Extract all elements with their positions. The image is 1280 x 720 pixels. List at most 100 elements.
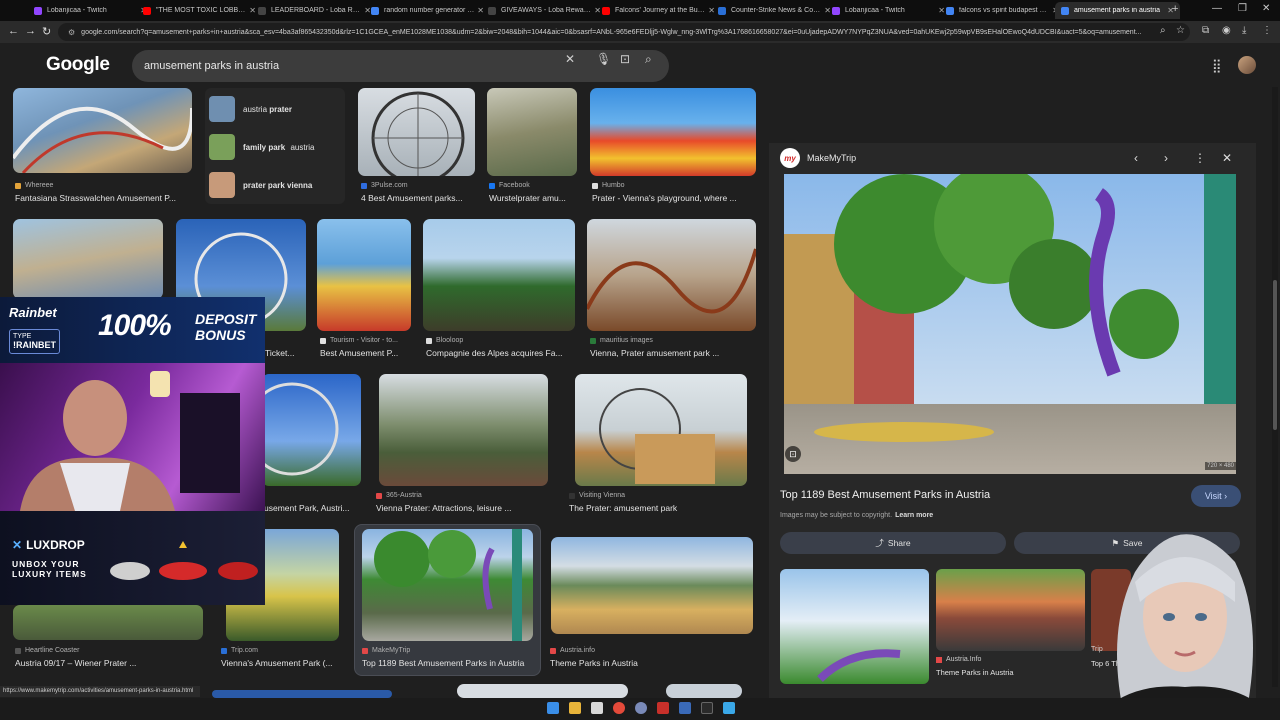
browser-tab[interactable]: LEADERBOARD - Loba Rewards✕ [252,2,377,19]
related-title[interactable]: Theme Parks in Austria [936,668,1014,677]
menu-icon[interactable]: ⋮ [1262,25,1272,36]
result-thumbnail[interactable] [590,88,756,176]
start-icon[interactable] [547,702,559,714]
related-search-item[interactable]: austria prater [209,94,341,124]
previous-icon[interactable]: ‹ [1134,151,1138,165]
result-title[interactable]: The Prater: amusement park [569,503,747,513]
close-icon[interactable]: ✕ [1222,151,1232,165]
result-title[interactable]: Fantasiana Strasswalchen Amusement P... [15,193,193,203]
result-thumbnail[interactable] [423,219,575,331]
status-bar-url: https://www.makemytrip.com/activities/am… [0,686,200,697]
close-window-icon[interactable]: ✕ [1262,3,1270,14]
result-thumbnail[interactable] [13,88,192,173]
result-thumbnail-selected[interactable] [362,529,533,641]
streamer-figure [20,371,240,511]
browser-tab[interactable]: "THE MOST TOXIC LOBBY IN ...✕ [137,2,262,19]
download-icon[interactable]: ⤓ [1242,25,1246,36]
search-icon[interactable]: ⌕ [645,52,652,67]
browser-tab-active[interactable]: amusement parks in austria ✕ [1055,2,1180,19]
result-thumbnail[interactable] [487,88,577,176]
apps-grid-icon[interactable]: ⣿ [1212,58,1222,74]
browser-tab[interactable]: Lobanjicaa - Twitch✕ [28,2,153,19]
result-title[interactable]: Compagnie des Alpes acquires Fa... [426,348,576,358]
search-icon[interactable]: ⌕ [1160,25,1166,36]
notepad-icon[interactable] [591,702,603,714]
browser-tab[interactable]: Counter-Strike News & Cove... ✕ [712,2,837,19]
avatar[interactable] [1238,56,1256,74]
new-tab-icon[interactable]: + [1172,3,1178,15]
result-title[interactable]: Austria 09/17 – Wiener Prater ... [15,658,205,668]
obs-icon[interactable] [635,702,647,714]
steam-icon[interactable] [679,702,691,714]
lens-search-icon[interactable]: ⊡ [785,446,801,462]
forward-icon[interactable]: → [25,25,36,37]
preview-site-name[interactable]: MakeMyTrip [807,153,856,163]
scrollbar-thumb[interactable] [1273,280,1277,430]
learn-more-link[interactable]: Learn more [895,512,933,519]
file-explorer-icon[interactable] [569,702,581,714]
result-thumbnail[interactable] [262,374,361,486]
result-thumbnail[interactable] [379,374,548,486]
app-icon[interactable] [657,702,669,714]
result-thumbnail[interactable] [457,684,628,698]
result-title[interactable]: Best Amusement P... [320,348,412,358]
tab-title: Lobanjicaa - Twitch [47,7,107,14]
maximize-icon[interactable]: ❐ [1238,3,1247,14]
result-title[interactable]: usement Park, Austri... [264,503,360,513]
preview-title[interactable]: Top 1189 Best Amusement Parks in Austria [780,489,990,501]
lens-icon[interactable]: ⊡ [620,52,630,66]
share-button[interactable]: ⤴ Share [780,532,1006,554]
profile-icon[interactable]: ◉ [1222,25,1231,36]
tab-title: "THE MOST TOXIC LOBBY IN ... [156,7,246,14]
reload-icon[interactable]: ↻ [42,25,51,38]
related-image[interactable] [780,569,929,684]
google-logo[interactable]: Google [46,54,110,76]
related-search-item[interactable]: family park austria [209,132,341,162]
minimize-icon[interactable]: — [1212,3,1222,14]
browser-tab[interactable]: random number generator - ... ✕ [365,2,490,19]
tab-favicon [718,6,726,15]
result-thumbnail[interactable] [358,88,475,176]
result-title[interactable]: Prater - Vienna's playground, where ... [592,193,756,203]
result-thumbnail[interactable] [13,605,203,640]
preview-image[interactable] [784,174,1236,474]
copyright-notice: Images may be subject to copyright. Learn… [780,512,933,519]
result-title[interactable]: Vienna Prater: Attractions, leisure ... [376,503,546,513]
result-title[interactable]: 4 Best Amusement parks... [361,193,481,203]
result-thumbnail[interactable] [551,537,753,634]
result-title[interactable]: Ticket... [265,348,305,358]
chrome-icon[interactable] [613,702,625,714]
more-options-icon[interactable]: ⋮ [1194,151,1206,165]
browser-tab[interactable]: GIVEAWAYS - Loba Rewards ✕ [482,2,607,19]
result-thumbnail[interactable] [575,374,747,486]
browser-tab[interactable]: falcons vs spirit budapest ma...✕ [940,2,1065,19]
result-title[interactable]: Top 1189 Best Amusement Parks in Austria [362,658,537,668]
result-title[interactable]: Wurstelprater amu... [489,193,579,203]
search-input[interactable]: amusement parks in austria [132,50,669,82]
site-info-icon[interactable]: ⚙ [68,28,75,37]
result-title[interactable]: Vienna's Amusement Park (... [221,658,345,668]
clear-icon[interactable]: ✕ [565,52,575,66]
result-thumbnail[interactable] [666,684,742,698]
related-search-item[interactable]: prater park vienna [209,170,341,200]
terminal-icon[interactable] [701,702,713,714]
back-icon[interactable]: ← [8,25,19,37]
bookmark-star-icon[interactable]: ☆ [1176,25,1185,36]
result-thumbnail[interactable] [587,219,756,331]
next-icon[interactable]: › [1164,151,1168,165]
related-image[interactable] [936,569,1085,651]
result-thumbnail[interactable] [13,219,163,299]
browser-tab[interactable]: Falcons' Journey at the Budap... ✕ [596,2,721,19]
bonus-label: BONUS [195,327,246,343]
visit-button[interactable]: Visit › [1191,485,1241,507]
browser-tab[interactable]: Lobanjicaa - Twitch✕ [826,2,951,19]
app-icon[interactable] [723,702,735,714]
result-thumbnail[interactable] [212,690,392,698]
mic-icon[interactable]: 🎙 [596,52,611,66]
result-title[interactable]: Theme Parks in Austria [550,658,750,668]
result-source: Trip.com [221,647,258,654]
url-field[interactable]: ⚙ google.com/search?q=amusement+parks+in… [58,23,1190,41]
result-title[interactable]: Vienna, Prater amusement park ... [590,348,756,358]
extensions-icon[interactable]: ⧉ [1202,25,1209,36]
result-thumbnail[interactable] [317,219,411,331]
